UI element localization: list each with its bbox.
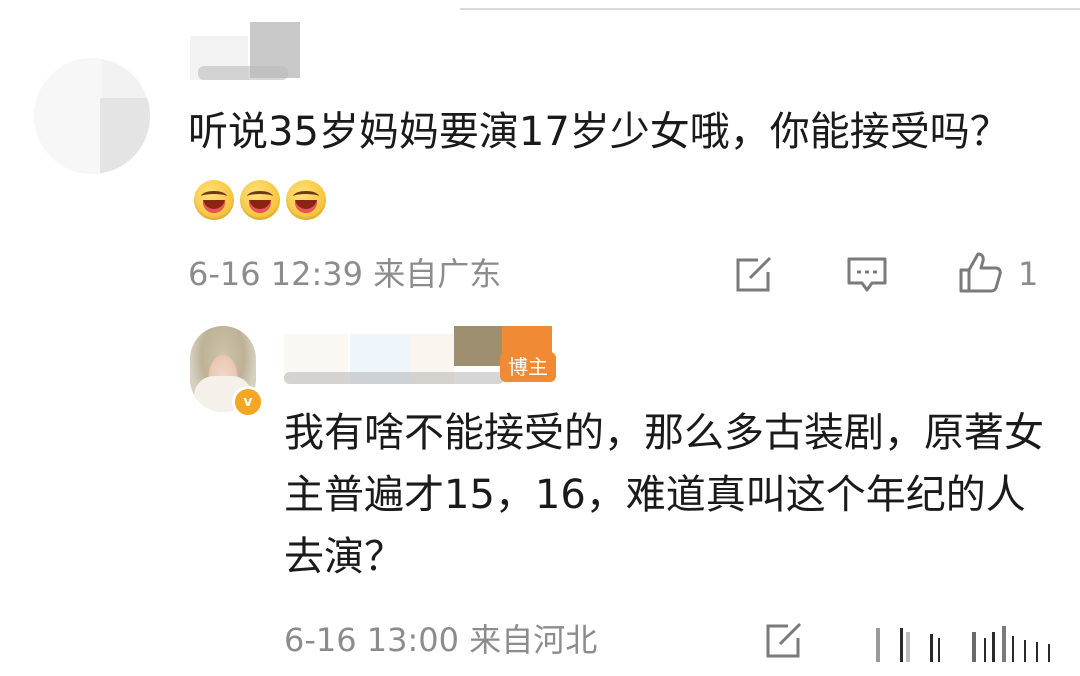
comment-thread: 听说35岁妈妈要演17岁少女哦，你能接受吗？ 6-16 12:39 来自广东 1…	[0, 0, 1080, 676]
redaction-block	[284, 372, 504, 384]
redaction-block	[454, 326, 502, 366]
reply-meta: 6-16 13:00 来自河北	[284, 620, 597, 660]
blogger-badge: 博主	[500, 352, 556, 382]
share-icon[interactable]	[734, 256, 774, 294]
like-count: 1	[1018, 255, 1039, 293]
laugh-emoji-icon	[194, 180, 234, 220]
redaction-block	[198, 66, 288, 80]
avatar-blur	[100, 98, 150, 174]
comment-body: 听说35岁妈妈要演17岁少女哦，你能接受吗？	[188, 109, 1010, 155]
comment-location: 来自广东	[373, 255, 502, 293]
verified-badge-icon: v	[232, 386, 264, 418]
avatar-blur	[34, 58, 102, 174]
emoji-row	[194, 166, 332, 230]
reply-time: 6-16 13:00	[284, 621, 460, 659]
reply-text: 我有啥不能接受的，那么多古装剧，原著女主普遍才15，16，难道真叫这个年纪的人去…	[284, 410, 1044, 580]
laugh-emoji-icon	[240, 180, 280, 220]
obscured-action-icons	[872, 624, 1072, 664]
username-redacted[interactable]	[190, 22, 300, 80]
avatar[interactable]	[34, 58, 150, 174]
divider	[460, 8, 1080, 10]
laugh-emoji-icon	[286, 180, 326, 220]
reply-share-icon[interactable]	[764, 622, 804, 660]
comment-time: 6-16 12:39	[188, 255, 364, 293]
comment-text: 听说35岁妈妈要演17岁少女哦，你能接受吗？	[188, 100, 1038, 230]
reply-location: 来自河北	[469, 621, 598, 659]
like-icon[interactable]	[958, 250, 1004, 294]
reply-avatar[interactable]: v	[190, 326, 264, 418]
comment-icon[interactable]	[846, 256, 888, 294]
comment-meta: 6-16 12:39 来自广东	[188, 254, 501, 294]
